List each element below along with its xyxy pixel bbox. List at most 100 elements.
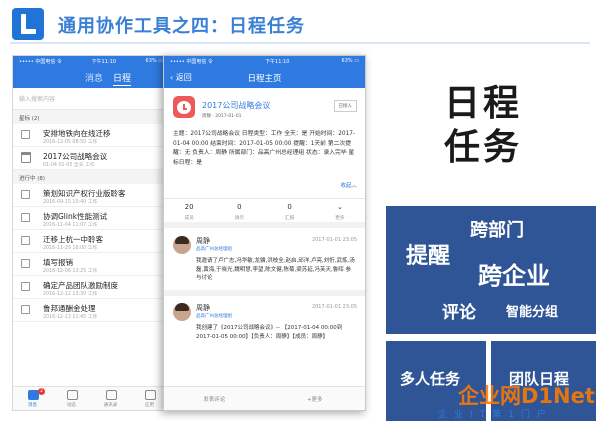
status-carrier: ••••• 中国电信 令 (170, 58, 213, 65)
feature-cross-enterprise: 跨企业 (478, 262, 550, 290)
feature-multi-person-task: 多人任务 (400, 370, 461, 388)
event-status-button[interactable]: 已接入 (333, 100, 357, 112)
post-comment-button[interactable]: 发表评论 (164, 387, 265, 410)
big-heading-line2: 任务 (444, 127, 523, 168)
bottom-tab-feed[interactable]: 动态 (52, 387, 91, 410)
comment-text: 我创建了《2017公司战略会议》-- 【2017-01-04 00:00到201… (196, 325, 343, 340)
list-item-date: 2016-11-04 11:07 工作 (43, 223, 98, 228)
status-time: 下午11:10 (91, 58, 116, 65)
stat-members[interactable]: 20 成员 (164, 199, 214, 222)
checkbox-icon[interactable] (21, 305, 30, 314)
checkbox-icon[interactable] (21, 236, 30, 245)
bottom-tab-contacts[interactable]: 通讯录 (91, 387, 130, 410)
slide: 通用协作工具之四：日程任务 ••••• 中国电信 令 下午11:10 63% ▭… (0, 0, 600, 421)
back-label: 返回 (175, 73, 192, 82)
contacts-icon (105, 390, 117, 400)
alarm-clock-icon (173, 96, 195, 118)
stat-value: 20 (184, 203, 194, 211)
unread-badge: 2 (38, 388, 45, 395)
comment-author: 周静 (196, 304, 210, 312)
status-battery: 63% ▭ (145, 58, 163, 64)
bottom-tab-label: 动态 (67, 403, 76, 408)
app-logo-icon (12, 8, 44, 40)
comment-department: 品高广州总经理组 (196, 314, 232, 319)
search-input[interactable]: 输入搜索内容 (13, 88, 169, 110)
bottom-tab-messages[interactable]: 2 消息 (13, 387, 52, 410)
feed-icon (66, 390, 78, 400)
checkbox-icon[interactable] (21, 282, 30, 291)
list-item-date: 2016-12-06 13:25 工作 (43, 269, 98, 274)
watermark-logo: 企业网D1Net (458, 384, 595, 408)
apps-icon (144, 390, 156, 400)
feature-smart-grouping: 智能分组 (506, 305, 559, 320)
divider (164, 290, 365, 296)
phone-schedule-list: ••••• 中国电信 令 下午11:10 63% ▭ 消息 日程 输入搜索内容 … (12, 55, 170, 411)
stat-label: 请示 (234, 216, 245, 221)
status-bar: ••••• 中国电信 令 下午11:10 63% ▭ (164, 56, 365, 66)
stat-reports[interactable]: 0 汇报 (265, 199, 315, 222)
list-item[interactable]: 协调Glink性能测试 2016-11-04 11:07 工作 (13, 207, 169, 230)
list-item[interactable]: 确定产品团队激励制度 2016-12-12 13:30 工作 (13, 276, 169, 299)
list-item[interactable]: 策划知识产权行业版聆客 2016-09-15 10:40 工作 (13, 184, 169, 207)
section-in-progress: 进行中 (8) (13, 170, 169, 184)
list-item[interactable]: 安排地铁向在线迁移 2016-12-05 08:50 工作 (13, 124, 169, 147)
checkbox-icon[interactable] (21, 213, 30, 222)
message-icon (27, 390, 39, 400)
calendar-icon (21, 152, 31, 163)
nav-bar: 消息 日程 (13, 66, 169, 88)
checkbox-icon[interactable] (21, 130, 30, 139)
list-item[interactable]: 鲁邦通酬金处理 2016-12-13 11:45 工作 (13, 299, 169, 322)
stat-value: 0 (287, 203, 292, 211)
more-button[interactable]: +更多 (265, 387, 366, 410)
event-title: 2017公司战略会议 (202, 101, 271, 110)
list-item[interactable]: 2017公司战略会议 01-04 01-05 全天 工作 (13, 147, 169, 170)
list-item-date: 2016-11-29 16:00 工作 (43, 246, 98, 251)
event-detail-text: 主题：2017公司战略会议 日程类型：工作 全天：是 开始时间：2017-01-… (173, 131, 356, 166)
section-starred: 星标 (2) (13, 110, 169, 124)
feature-tile-main: 跨部门 提醒 跨企业 评论 智能分组 (386, 206, 596, 334)
event-stats: 20 成员 0 请示 0 汇报 ⌄ 更多 (164, 198, 365, 228)
status-time: 下午11:10 (265, 58, 290, 65)
slide-title: 通用协作工具之四：日程任务 (58, 16, 305, 37)
list-item-date: 2016-12-13 11:45 工作 (43, 315, 98, 320)
stat-label: 成员 (184, 216, 194, 221)
back-button[interactable]: ‹ 返回 (170, 72, 192, 83)
checkbox-icon[interactable] (21, 259, 30, 268)
title-divider (10, 42, 590, 44)
list-item[interactable]: 填写报销 2016-12-06 13:25 工作 (13, 253, 169, 276)
nav-bar: 日程主页 ‹ 返回 (164, 66, 365, 88)
bottom-tab-label: 通讯录 (103, 403, 118, 408)
watermark-subtitle: 企业IT第1门户 (438, 410, 553, 420)
bottom-tab-bar: 2 消息 动态 通讯录 应用 (13, 386, 169, 410)
collapse-button[interactable]: 收起︿ (340, 181, 357, 189)
comment-department: 品高广州总经理组 (196, 247, 232, 252)
stat-label: 汇报 (284, 216, 295, 221)
feature-reminder: 提醒 (406, 244, 451, 269)
bottom-tab-label: 消息 (28, 403, 37, 408)
collapse-label: 收起 (340, 183, 352, 189)
comment-text: 我邀请了卢广志,冯华敏,龙骥,洪枝全,赵启,邱洋,卢亮,刘忻,武炼,汤磊,黄海,… (196, 258, 355, 282)
stat-more[interactable]: ⌄ 更多 (315, 199, 365, 222)
phone-schedule-detail: ••••• 中国电信 令 下午11:10 63% ▭ 日程主页 ‹ 返回 201… (163, 55, 366, 411)
list-item-date: 01-04 01-05 全天 工作 (43, 163, 95, 168)
list-item[interactable]: 迁移上杭一中聆客 2016-11-29 16:00 工作 (13, 230, 169, 253)
feature-comment: 评论 (442, 303, 476, 323)
list-item-date: 2016-12-05 08:50 工作 (43, 140, 98, 145)
status-carrier: ••••• 中国电信 令 (19, 58, 62, 65)
stat-requests[interactable]: 0 请示 (214, 199, 264, 222)
status-battery: 63% ▭ (341, 58, 359, 64)
action-bar: 发表评论 +更多 (164, 386, 365, 410)
stat-label: 更多 (335, 216, 345, 221)
chevron-down-icon: ⌄ (336, 203, 343, 211)
tab-messages[interactable]: 消息 (85, 71, 103, 86)
checkbox-icon[interactable] (21, 190, 30, 199)
feature-cross-department: 跨部门 (470, 220, 524, 241)
avatar[interactable] (173, 236, 191, 254)
list-item-date: 2016-09-15 10:40 工作 (43, 200, 98, 205)
avatar[interactable] (173, 303, 191, 321)
comment-time: 2017-01-01 23:05 (311, 304, 357, 310)
tab-schedule[interactable]: 日程 (113, 71, 132, 86)
comment-author: 周静 (196, 237, 210, 245)
stat-value: 0 (237, 203, 242, 211)
nav-title: 日程主页 (247, 74, 282, 84)
